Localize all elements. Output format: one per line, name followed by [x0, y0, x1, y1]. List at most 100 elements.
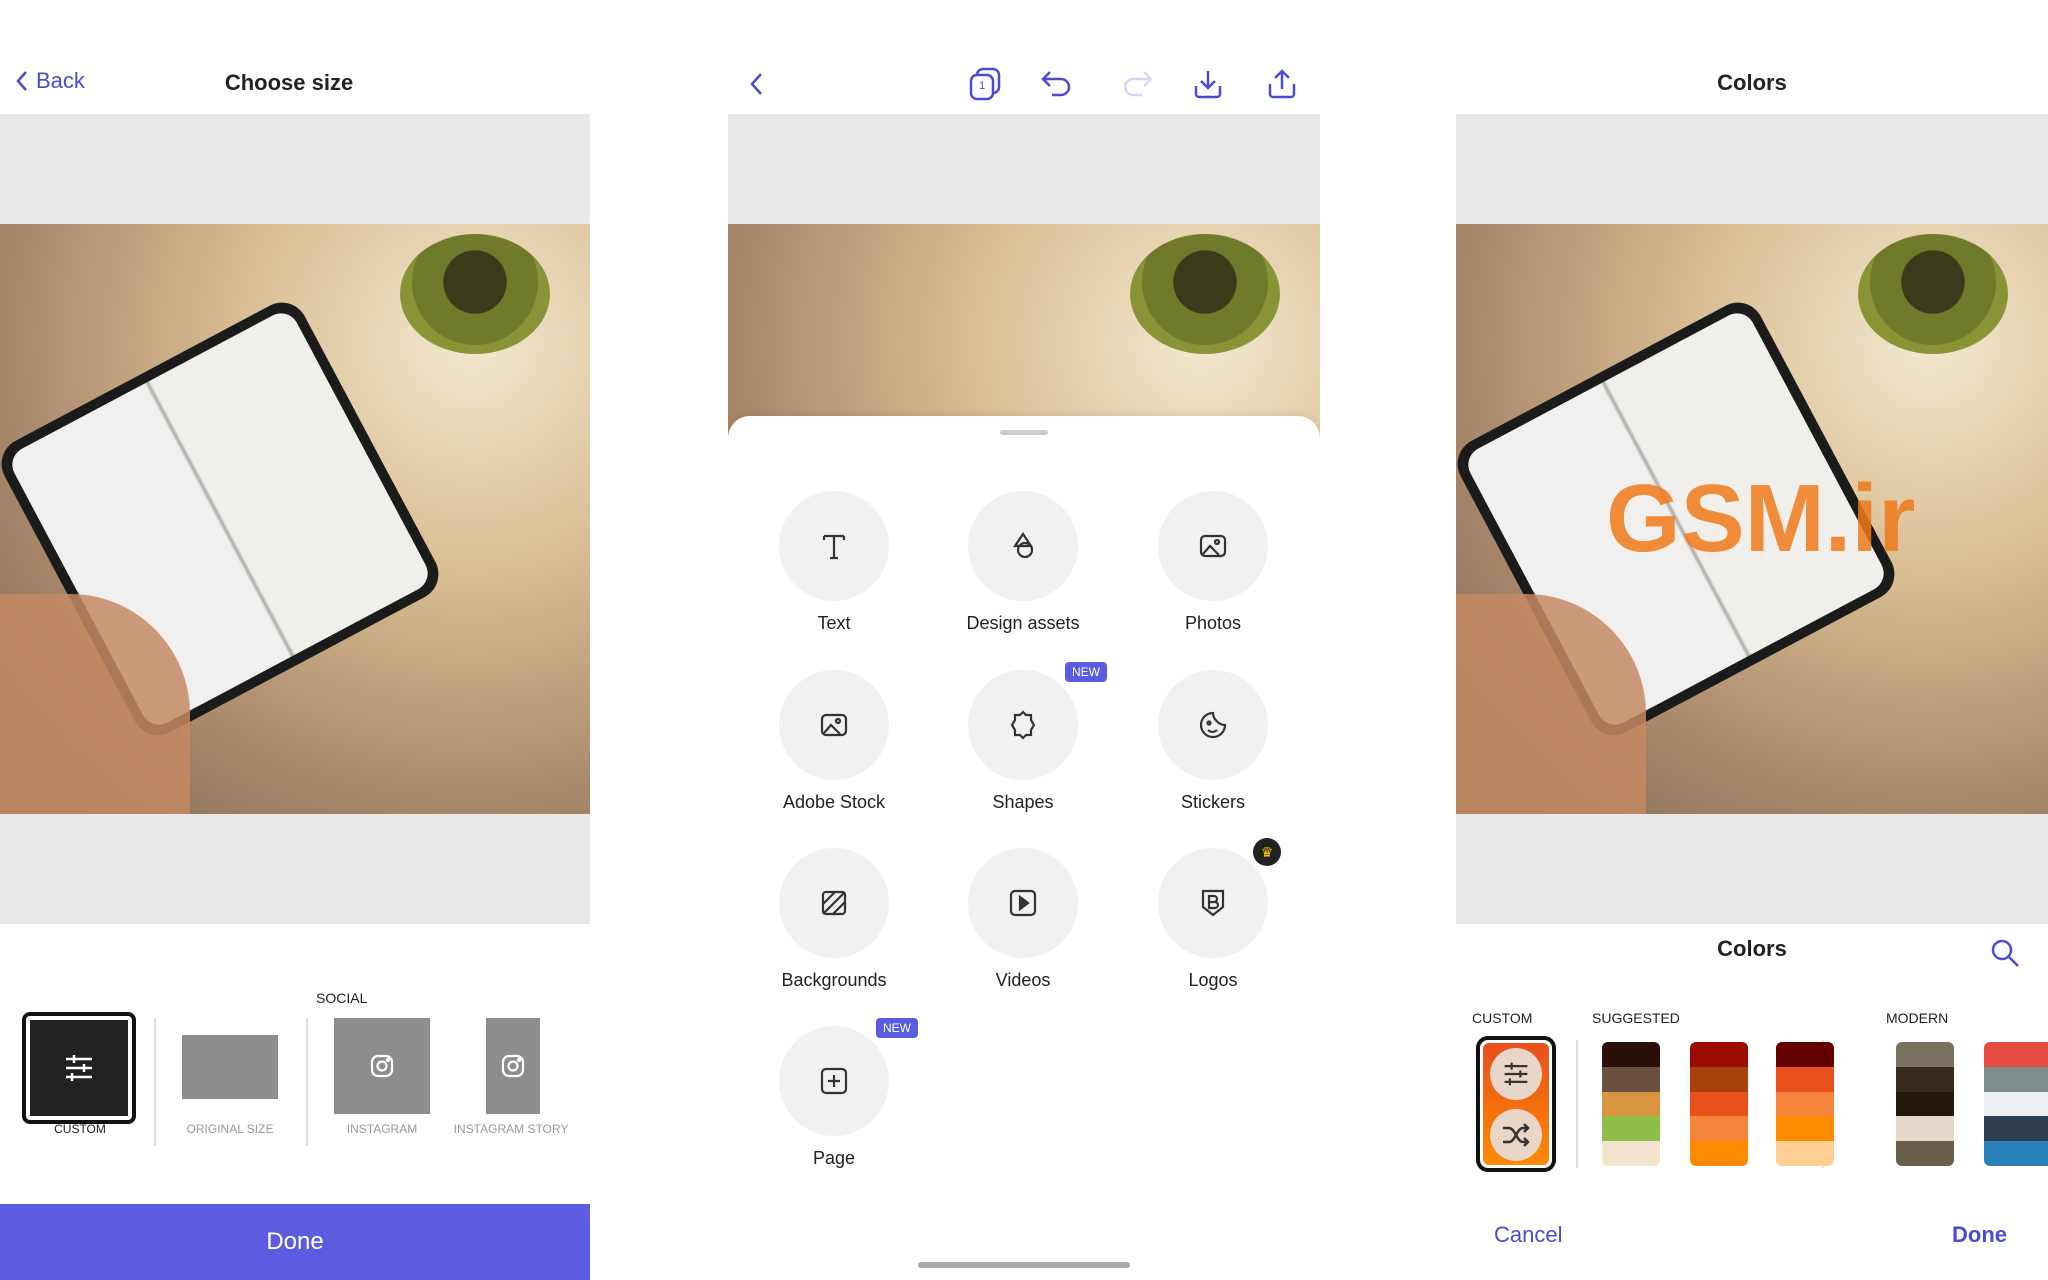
tool-logos[interactable]: Logos ♛	[1118, 838, 1308, 1018]
sheet-title: Colors	[1717, 936, 1787, 961]
section-label-social: SOCIAL	[316, 990, 368, 1006]
chevron-left-icon	[750, 73, 762, 95]
tool-shapes[interactable]: Shapes NEW	[928, 662, 1118, 840]
download-icon	[1194, 71, 1222, 99]
download-button[interactable]	[1188, 64, 1228, 104]
back-button[interactable]	[736, 64, 776, 104]
page-title: Choose size	[224, 70, 354, 95]
sheet-handle[interactable]	[1000, 430, 1048, 435]
tool-label: Backgrounds	[781, 970, 887, 990]
swatch-color	[1602, 1116, 1660, 1142]
tool-label: Stickers	[1180, 792, 1245, 812]
tool-circle	[779, 670, 889, 780]
cancel-button[interactable]: Cancel	[1494, 1222, 1562, 1248]
add-page-icon	[820, 1067, 848, 1095]
swatch-color	[1602, 1066, 1660, 1092]
redo-icon	[1123, 71, 1153, 97]
swatch-color	[1896, 1141, 1954, 1166]
swatch-color	[1602, 1141, 1660, 1166]
shuffle-button[interactable]	[1490, 1108, 1542, 1161]
divider	[154, 1018, 156, 1146]
tool-label: Shapes	[992, 792, 1054, 812]
swatch-color	[1984, 1091, 2048, 1117]
swatch-color	[1776, 1066, 1834, 1092]
done-button[interactable]: Done	[0, 1204, 590, 1280]
home-indicator	[918, 1262, 1130, 1268]
tool-label: Text	[817, 613, 851, 633]
tool-adobe-stock[interactable]: Adobe Stock	[739, 670, 929, 840]
tool-videos[interactable]: Videos	[928, 848, 1118, 1018]
image-icon	[1199, 534, 1227, 558]
sliders-icon	[66, 1055, 92, 1081]
swatch-color	[1984, 1042, 2048, 1067]
shuffle-icon	[1503, 1122, 1530, 1147]
tool-page[interactable]: Page NEW	[739, 1018, 929, 1196]
tool-circle	[968, 848, 1078, 958]
swatch-color	[1984, 1141, 2048, 1166]
swatch-color	[1896, 1116, 1954, 1142]
tool-photos[interactable]: Photos	[1118, 491, 1308, 661]
swatch-color	[1896, 1066, 1954, 1092]
tool-circle	[779, 848, 889, 958]
undo-icon	[1041, 71, 1071, 97]
new-badge: NEW	[876, 1018, 918, 1038]
size-option-custom[interactable]	[22, 1012, 136, 1124]
swatch-color	[1984, 1066, 2048, 1092]
undo-button[interactable]	[1037, 64, 1077, 104]
size-option-label: INSTAGRAM	[346, 1122, 418, 1136]
size-option-instagram-story[interactable]	[486, 1018, 540, 1114]
photo: GSM.ir	[1456, 224, 2048, 814]
suggested-palette[interactable]	[1602, 1042, 1660, 1166]
tool-circle	[779, 1026, 889, 1136]
divider	[1576, 1040, 1578, 1168]
custom-palette[interactable]	[1476, 1036, 1556, 1172]
tool-circle	[779, 491, 889, 601]
swatch-color	[1984, 1116, 2048, 1142]
modern-palette[interactable]	[1984, 1042, 2048, 1166]
tool-label: Adobe Stock	[782, 792, 886, 812]
search-icon	[1991, 939, 2019, 967]
size-option-label: ORIGINAL SIZE	[186, 1122, 274, 1136]
swatch-color	[1690, 1141, 1748, 1166]
pages-count: 1	[979, 80, 986, 92]
customize-button[interactable]	[1490, 1047, 1542, 1100]
modern-palette[interactable]	[1896, 1042, 1954, 1166]
new-badge: NEW	[1065, 662, 1107, 682]
text-icon	[822, 534, 846, 560]
tool-label: Videos	[995, 970, 1051, 990]
swatch-color	[1776, 1141, 1834, 1166]
tool-circle	[1158, 848, 1268, 958]
done-button[interactable]: Done	[1952, 1222, 2007, 1248]
swatch-color	[1690, 1042, 1748, 1067]
swatch-color	[1690, 1091, 1748, 1117]
share-icon	[1268, 69, 1296, 99]
tool-label: Photos	[1184, 613, 1242, 633]
photo	[0, 224, 590, 814]
image-icon	[820, 713, 848, 737]
tool-circle	[1158, 491, 1268, 601]
tool-backgrounds[interactable]: Backgrounds	[739, 848, 929, 1018]
divider	[306, 1018, 308, 1146]
tool-stickers[interactable]: Stickers	[1118, 670, 1308, 840]
choose-size-screen: Back Choose size SOCIAL CUSTOM ORIGINAL …	[0, 0, 590, 1280]
instagram-icon	[501, 1054, 525, 1078]
swatch-color	[1690, 1066, 1748, 1092]
size-option-original[interactable]	[182, 1035, 278, 1099]
shapes-icon	[1012, 532, 1034, 559]
tool-design-assets[interactable]: Design assets	[928, 491, 1118, 661]
search-button[interactable]	[1990, 938, 2020, 973]
page-title: Colors	[1717, 70, 1787, 95]
section-label-custom: CUSTOM	[1472, 1010, 1533, 1026]
crown-icon: ♛	[1253, 838, 1281, 866]
share-button[interactable]	[1262, 64, 1302, 104]
redo-button[interactable]	[1117, 64, 1157, 104]
size-option-instagram[interactable]	[334, 1018, 430, 1114]
tool-circle	[1158, 670, 1268, 780]
suggested-palette[interactable]	[1776, 1042, 1834, 1166]
tool-text[interactable]: Text	[739, 491, 929, 661]
watermark: GSM.ir	[1606, 465, 1916, 572]
suggested-palette[interactable]	[1690, 1042, 1748, 1166]
editor-screen: 1 Text Design assets Photos Adobe Stock Shap…	[728, 0, 1320, 1280]
pages-button[interactable]: 1	[965, 64, 1005, 104]
section-label-modern: MODERN	[1886, 1010, 1949, 1026]
